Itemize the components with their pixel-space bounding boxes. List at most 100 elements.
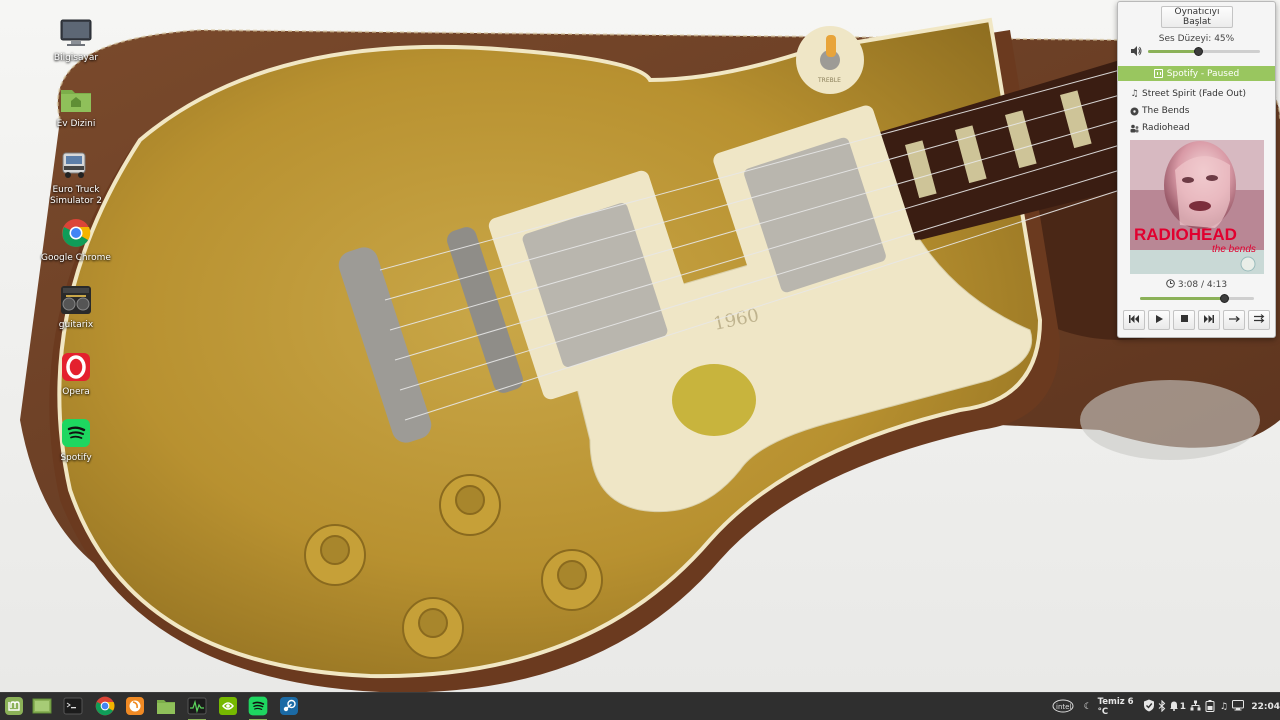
time-row: 3:08 / 4:13 — [1118, 279, 1275, 291]
track-position-knob[interactable] — [1220, 294, 1230, 303]
firefox-launcher[interactable] — [123, 696, 147, 718]
track-title-row: ♫ Street Spirit (Fade Out) — [1130, 89, 1246, 99]
desktop-icon-spotify[interactable]: Spotify — [28, 416, 124, 464]
panel-clock[interactable]: 22:04 — [1245, 693, 1280, 720]
mint-menu-button[interactable] — [2, 696, 26, 718]
spotify-icon — [59, 416, 93, 450]
album-row: The Bends — [1130, 106, 1189, 116]
artist-icon — [1130, 124, 1139, 133]
files-launcher[interactable] — [154, 696, 178, 718]
opera-icon — [59, 350, 93, 384]
firefox-icon — [125, 696, 145, 719]
chrome-icon — [95, 696, 115, 719]
system-monitor-launcher[interactable] — [185, 696, 209, 720]
screenshot-tray[interactable] — [1231, 693, 1246, 720]
desktop-wallpaper: 1960 TREBLE — [0, 0, 1280, 692]
shuffle-button[interactable] — [1248, 310, 1270, 330]
desktop-icon-label: Opera — [62, 387, 90, 397]
playback-controls — [1123, 310, 1270, 330]
bluetooth-tray[interactable] — [1156, 693, 1169, 720]
desktop-icon-label: Euro Truck Simulator 2 — [49, 185, 103, 206]
battery-icon — [1205, 699, 1215, 715]
track-time: 3:08 / 4:13 — [1177, 280, 1228, 290]
desktop-icon-label: Google Chrome — [41, 253, 111, 263]
show-desktop-button[interactable] — [30, 696, 54, 718]
svg-text:TREBLE: TREBLE — [817, 77, 841, 84]
spotify-launcher[interactable] — [246, 696, 270, 720]
desktop-icon-computer[interactable]: Bilgisayar — [28, 16, 124, 64]
display-icon — [1231, 700, 1244, 714]
desktop-icon-label: Spotify — [60, 453, 92, 463]
bottom-panel: intel ☾ Temiz 6 °C 1 ♫ 22:04 — [0, 692, 1280, 720]
intel-graphics-tray[interactable]: intel — [1052, 693, 1074, 720]
artist-row: Radiohead — [1130, 123, 1190, 133]
shield-check-icon — [1143, 699, 1155, 715]
desktop-icon-label: guitarix — [58, 320, 94, 330]
steam-icon — [279, 696, 299, 719]
svg-text:intel: intel — [1056, 703, 1071, 711]
repeat-button[interactable] — [1223, 310, 1245, 330]
shuffle-icon — [1253, 314, 1265, 326]
steam-launcher[interactable] — [277, 696, 301, 718]
previous-button[interactable] — [1123, 310, 1145, 330]
player-status-text: Spotify - Paused — [1166, 68, 1240, 79]
desktop-icon-opera[interactable]: Opera — [28, 350, 124, 398]
play-icon — [1155, 314, 1163, 326]
system-monitor-icon — [187, 697, 207, 718]
weather-tray-icon[interactable]: ☾ — [1082, 693, 1094, 720]
player-status-bar: Spotify - Paused — [1118, 66, 1275, 81]
terminal-launcher[interactable] — [61, 696, 85, 718]
volume-slider-fill — [1148, 50, 1199, 53]
repeat-icon — [1228, 315, 1240, 326]
network-tray[interactable] — [1189, 693, 1202, 720]
mint-menu-icon — [4, 696, 24, 719]
next-icon — [1204, 314, 1214, 326]
system-tray: intel ☾ Temiz 6 °C 1 ♫ 22:04 — [1052, 693, 1280, 720]
terminal-icon — [63, 697, 83, 718]
desktop-icon-chrome[interactable]: Google Chrome — [28, 216, 124, 264]
moon-icon: ☾ — [1083, 702, 1092, 712]
truck-game-icon — [59, 148, 93, 182]
speaker-icon[interactable] — [1130, 45, 1142, 57]
play-button[interactable] — [1148, 310, 1170, 330]
files-icon — [156, 697, 176, 718]
update-manager-tray[interactable] — [1142, 693, 1155, 720]
next-button[interactable] — [1198, 310, 1220, 330]
spotify-icon — [248, 696, 268, 719]
disc-icon — [1130, 107, 1139, 116]
intel-icon: intel — [1052, 699, 1074, 716]
bell-icon — [1169, 700, 1179, 714]
power-tray[interactable] — [1202, 693, 1217, 720]
volume-slider-knob[interactable] — [1194, 47, 1204, 56]
track-position-slider[interactable] — [1140, 294, 1254, 303]
start-player-button[interactable]: Oynatıcıyı Başlat — [1161, 6, 1233, 28]
music-note-icon: ♫ — [1219, 702, 1228, 712]
home-folder-icon — [59, 82, 93, 116]
desktop-icon-label: Bilgisayar — [53, 53, 99, 63]
volume-slider[interactable] — [1148, 47, 1260, 56]
notifications-tray[interactable] — [1169, 693, 1180, 720]
pause-status-icon — [1153, 69, 1163, 78]
sound-tray[interactable]: ♫ — [1217, 693, 1230, 720]
album-art: RADIOHEAD the bends — [1130, 140, 1264, 274]
chrome-icon — [59, 216, 93, 250]
artist-name: Radiohead — [1142, 123, 1190, 133]
chrome-launcher[interactable] — [93, 696, 117, 718]
track-position-fill — [1140, 297, 1225, 300]
album-name: The Bends — [1142, 106, 1190, 116]
nvidia-icon — [218, 696, 238, 719]
weather-label[interactable]: Temiz 6 °C — [1094, 693, 1143, 720]
computer-icon — [59, 16, 93, 50]
music-note-icon: ♫ — [1130, 89, 1139, 99]
guitarix-icon — [59, 283, 93, 317]
desktop-icon-guitarix[interactable]: guitarix — [28, 283, 124, 331]
stop-icon — [1180, 315, 1188, 325]
nvidia-launcher[interactable] — [216, 696, 240, 718]
sound-applet-popup: Oynatıcıyı Başlat Ses Düzeyi: 45% Spotif… — [1117, 1, 1276, 338]
previous-icon — [1129, 314, 1139, 326]
volume-label: Ses Düzeyi: 45% — [1158, 34, 1235, 44]
album-art-album-text: the bends — [1212, 244, 1256, 255]
desktop-icon-euro-truck[interactable]: Euro Truck Simulator 2 — [28, 148, 124, 207]
desktop-icon-home[interactable]: Ev Dizini — [28, 82, 124, 130]
stop-button[interactable] — [1173, 310, 1195, 330]
